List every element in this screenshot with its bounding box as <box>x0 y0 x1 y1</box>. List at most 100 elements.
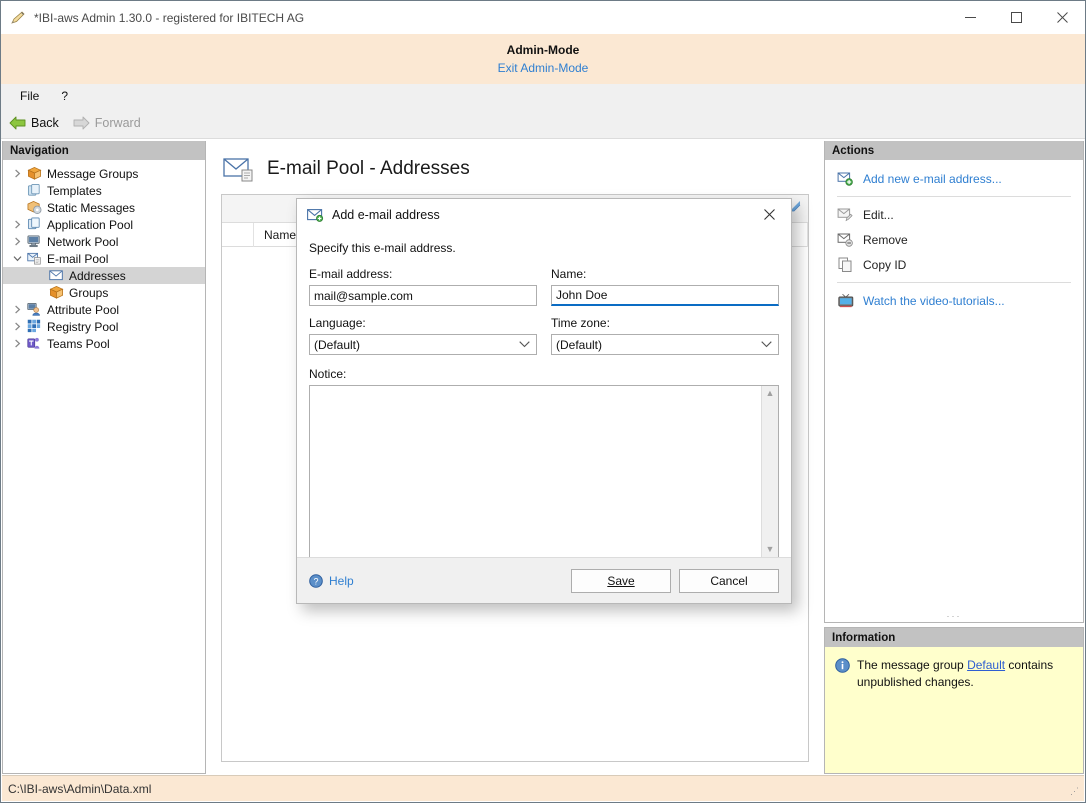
info-circle-icon <box>835 658 850 691</box>
right-rail: Actions Add new e-mail address... Edit...… <box>824 141 1084 774</box>
envelope-remove-icon <box>837 232 854 248</box>
static-messages-icon <box>25 200 43 215</box>
copy-icon <box>837 257 854 273</box>
maximize-button[interactable] <box>993 1 1039 33</box>
sidebar-item-network-pool[interactable]: Network Pool <box>3 233 205 250</box>
action-remove[interactable]: Remove <box>825 227 1083 252</box>
arrow-right-grey-icon <box>73 116 90 130</box>
sidebar-item-application-pool[interactable]: Application Pool <box>3 216 205 233</box>
navigation-tree: Message Groups Templates Static Messages Ap… <box>3 160 205 352</box>
close-button[interactable] <box>1039 1 1085 33</box>
navigation-toolbar: Back Forward <box>1 108 1085 139</box>
action-watch-video-tutorials[interactable]: Watch the video-tutorials... <box>825 288 1083 313</box>
email-field-group: E-mail address: <box>309 267 537 306</box>
exit-admin-mode-link[interactable]: Exit Admin-Mode <box>498 60 589 77</box>
network-pool-icon <box>25 234 43 249</box>
menu-file[interactable]: File <box>11 86 48 106</box>
timezone-label: Time zone: <box>551 316 779 330</box>
dialog-row-1: E-mail address: Name: <box>309 267 779 306</box>
chevron-right-icon[interactable] <box>9 220 25 229</box>
language-select[interactable]: (Default) <box>309 334 537 355</box>
back-label: Back <box>31 116 59 130</box>
actions-header: Actions <box>825 141 1083 160</box>
info-default-link[interactable]: Default <box>967 658 1005 672</box>
notice-scrollbar[interactable]: ▲ ▼ <box>761 386 778 557</box>
name-label: Name: <box>551 267 779 281</box>
language-field-group: Language: (Default) <box>309 316 537 355</box>
sidebar-item-label: Attribute Pool <box>47 303 119 317</box>
sidebar-item-groups[interactable]: Groups <box>3 284 205 301</box>
sidebar-item-label: Application Pool <box>47 218 133 232</box>
action-copy-id[interactable]: Copy ID <box>825 252 1083 277</box>
sidebar-item-label: Templates <box>47 184 102 198</box>
sidebar-item-registry-pool[interactable]: Registry Pool <box>3 318 205 335</box>
scroll-down-icon[interactable]: ▼ <box>766 545 775 554</box>
notice-textarea[interactable] <box>310 386 761 557</box>
sidebar-item-label: Network Pool <box>47 235 118 249</box>
forward-label: Forward <box>95 116 141 130</box>
envelope-edit-icon <box>837 207 854 223</box>
dialog-close-button[interactable] <box>747 199 791 229</box>
table-column-spacer <box>222 223 254 247</box>
dialog-intro-text: Specify this e-mail address. <box>309 241 779 255</box>
actions-panel: Actions Add new e-mail address... Edit...… <box>824 141 1084 623</box>
page-title-bar: E-mail Pool - Addresses <box>207 141 823 189</box>
sidebar-item-teams-pool[interactable]: Teams Pool <box>3 335 205 352</box>
chevron-right-icon[interactable] <box>9 339 25 348</box>
information-body: The message group Default contains unpub… <box>825 647 1083 691</box>
sidebar-item-static-messages[interactable]: Static Messages <box>3 199 205 216</box>
sidebar-item-label: Static Messages <box>47 201 135 215</box>
panel-resize-grip[interactable]: ··· <box>825 612 1083 620</box>
chevron-right-icon[interactable] <box>9 322 25 331</box>
help-link[interactable]: ? Help <box>309 574 354 588</box>
cancel-button[interactable]: Cancel <box>679 569 779 593</box>
back-button[interactable]: Back <box>9 116 59 130</box>
save-button[interactable]: Save <box>571 569 671 593</box>
sidebar-item-label: Registry Pool <box>47 320 118 334</box>
sidebar-item-message-groups[interactable]: Message Groups <box>3 165 205 182</box>
sidebar-item-attribute-pool[interactable]: Attribute Pool <box>3 301 205 318</box>
application-window: *IBI-aws Admin 1.30.0 - registered for I… <box>0 0 1086 803</box>
actions-separator <box>837 196 1071 197</box>
menu-help[interactable]: ? <box>52 86 77 106</box>
info-text-before: The message group <box>857 658 967 672</box>
forward-button[interactable]: Forward <box>73 116 141 130</box>
actions-separator <box>837 282 1071 283</box>
dialog-footer: ? Help Save Cancel <box>297 557 791 603</box>
svg-text:?: ? <box>313 576 318 586</box>
minimize-button[interactable] <box>947 1 993 33</box>
sidebar-item-label: Message Groups <box>47 167 138 181</box>
name-input[interactable] <box>551 285 779 306</box>
actions-list: Add new e-mail address... Edit...RemoveCo… <box>825 160 1083 313</box>
chevron-right-icon[interactable] <box>9 305 25 314</box>
notice-label: Notice: <box>309 367 779 381</box>
chevron-right-icon[interactable] <box>9 237 25 246</box>
sidebar-item-label: Teams Pool <box>47 337 110 351</box>
navigation-header: Navigation <box>3 141 205 160</box>
chevron-right-icon[interactable] <box>9 169 25 178</box>
admin-mode-label: Admin-Mode <box>507 42 580 58</box>
email-pool-icon <box>25 251 43 266</box>
save-label: Save <box>607 574 634 588</box>
chevron-down-icon[interactable] <box>9 254 25 263</box>
sidebar-item-addresses[interactable]: Addresses <box>3 267 205 284</box>
action-label: Watch the video-tutorials... <box>863 294 1005 308</box>
action-edit[interactable]: Edit... <box>825 202 1083 227</box>
name-field-group: Name: <box>551 267 779 306</box>
scroll-up-icon[interactable]: ▲ <box>766 389 775 398</box>
status-file-path: C:\IBI-aws\Admin\Data.xml <box>8 782 151 796</box>
sidebar-item-e-mail-pool[interactable]: E-mail Pool <box>3 250 205 267</box>
language-label: Language: <box>309 316 537 330</box>
window-resize-grip[interactable]: ⋰ <box>1070 786 1080 797</box>
app-pool-icon <box>25 217 43 232</box>
sidebar-item-label: Addresses <box>69 269 126 283</box>
email-pool-large-icon <box>223 156 255 182</box>
envelope-add-icon <box>837 171 854 187</box>
sidebar-item-templates[interactable]: Templates <box>3 182 205 199</box>
templates-icon <box>25 183 43 198</box>
help-label: Help <box>329 574 354 588</box>
email-input[interactable] <box>309 285 537 306</box>
timezone-select[interactable]: (Default) <box>551 334 779 355</box>
title-bar: *IBI-aws Admin 1.30.0 - registered for I… <box>1 1 1085 34</box>
action-add-new-email-address[interactable]: Add new e-mail address... <box>825 166 1083 191</box>
